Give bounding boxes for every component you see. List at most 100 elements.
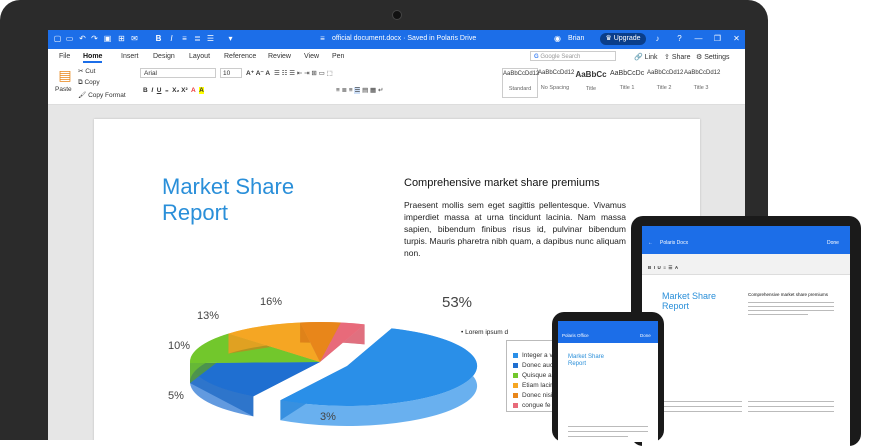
phone-title-bar: Polaris Office Done xyxy=(558,321,658,343)
more-icon[interactable]: ▾ xyxy=(226,34,235,43)
list-buttons[interactable]: ☰ ☷ ☰ ⇤ ⇥ ⊞ ▭ ⬚ xyxy=(274,69,333,77)
style-title-2[interactable]: AaBbCcDd12 Title 2 xyxy=(647,68,683,96)
tablet-device: ← Polaris Docx Done B I U ≡ ☰ A Market S… xyxy=(631,216,861,446)
text-line xyxy=(748,306,834,307)
bold-icon[interactable]: B xyxy=(154,34,163,43)
pie-label-5: 5% xyxy=(168,390,184,402)
close-icon[interactable]: ✕ xyxy=(732,34,741,43)
phone-doc-title: Market Share Report xyxy=(568,354,605,367)
new-document-icon[interactable]: ▢ xyxy=(53,34,62,43)
style-title-3[interactable]: AaBbCcDd12 Title 3 xyxy=(684,68,720,96)
copy-button[interactable]: ⧉ Copy xyxy=(78,79,100,87)
document-heading: Comprehensive market share premiums xyxy=(404,177,600,189)
legend-item: congue fe xyxy=(513,402,551,409)
tab-layout[interactable]: Layout xyxy=(189,53,210,60)
legend-item: Donec nisi xyxy=(513,392,552,399)
phone-done-button[interactable]: Done xyxy=(640,333,651,338)
text-line xyxy=(748,314,808,315)
text-line xyxy=(748,302,834,303)
redo-icon[interactable]: ↷ xyxy=(90,34,99,43)
text-line xyxy=(662,401,742,402)
text-line xyxy=(568,426,648,427)
text-line xyxy=(662,406,742,407)
cut-button[interactable]: ✂ Cut xyxy=(78,67,95,75)
justify-icon[interactable]: ☰ xyxy=(206,34,215,43)
phone-screen: Polaris Office Done Market Share Report xyxy=(558,321,658,442)
help-button[interactable]: ? xyxy=(675,34,684,43)
tab-pen[interactable]: Pen xyxy=(332,53,344,60)
document-body-text: Praesent mollis sem eget sagittis pellen… xyxy=(404,200,626,258)
tab-reference[interactable]: Reference xyxy=(224,53,256,60)
style-standard[interactable]: AaBbCcDd12 Standard xyxy=(502,68,539,98)
link-button[interactable]: 🔗 Link xyxy=(634,53,658,61)
legend-item: Donec auc xyxy=(513,362,553,369)
user-avatar-icon[interactable]: ◉ xyxy=(553,34,562,43)
alignment-buttons[interactable]: ≡ ≣ ≡ ☰ ▤ ▦ ↵ xyxy=(336,86,383,94)
tab-review[interactable]: Review xyxy=(268,53,291,60)
phone-app-name: Polaris Office xyxy=(562,333,589,338)
text-line xyxy=(662,411,742,412)
document-filename: official document.docx · Saved in Polari… xyxy=(332,35,477,42)
paste-button[interactable]: Paste xyxy=(55,86,72,93)
legend-item: Etiam lacin xyxy=(513,382,554,389)
text-line xyxy=(748,310,834,311)
settings-button[interactable]: ⚙ Settings xyxy=(696,53,730,61)
tab-view[interactable]: View xyxy=(304,53,319,60)
menu-bar: File Home Insert Design Layout Reference… xyxy=(48,49,745,64)
upgrade-button[interactable]: ♛ Upgrade xyxy=(600,33,646,45)
tab-home[interactable]: Home xyxy=(83,53,103,63)
text-format-group[interactable]: B I U ₌ X₂ X² A A xyxy=(143,86,204,94)
legend-title: • Lorem ipsum d xyxy=(461,329,509,336)
tab-insert[interactable]: Insert xyxy=(121,53,139,60)
tablet-title-bar: ← Polaris Docx Done xyxy=(642,226,850,254)
tablet-doc-name: Polaris Docx xyxy=(660,240,689,246)
italic-icon[interactable]: I xyxy=(167,34,176,43)
search-input[interactable]: G Google Search xyxy=(530,51,616,61)
pie-label-13: 13% xyxy=(197,310,220,322)
ribbon-toolbar: ▤ Paste ✂ Cut ⧉ Copy 🖌 Copy Format Arial… xyxy=(48,64,745,105)
tab-file[interactable]: File xyxy=(59,53,70,60)
google-icon: G xyxy=(534,54,539,60)
back-icon[interactable]: ← xyxy=(648,240,653,246)
email-icon[interactable]: ✉ xyxy=(130,34,139,43)
notification-bell-icon[interactable]: ♪ xyxy=(653,34,662,43)
minimize-icon[interactable]: — xyxy=(694,34,703,43)
pie-label-3: 3% xyxy=(320,411,336,423)
paste-icon[interactable]: ▤ xyxy=(54,67,76,84)
pie-label-53: 53% xyxy=(442,294,473,311)
tablet-screen: ← Polaris Docx Done B I U ≡ ☰ A Market S… xyxy=(642,226,850,446)
save-icon[interactable]: ▣ xyxy=(103,34,112,43)
undo-icon[interactable]: ↶ xyxy=(78,34,87,43)
legend-item: Quisque al xyxy=(513,372,553,379)
font-size-select[interactable]: 10 xyxy=(220,68,242,78)
align-icon[interactable]: ≡ xyxy=(180,34,189,43)
style-no-spacing[interactable]: AaBbCcDd12 No Spacing xyxy=(538,68,574,96)
style-title-1[interactable]: AaBbCcDc Title 1 xyxy=(610,68,644,96)
phone-device: Polaris Office Done Market Share Report xyxy=(552,312,664,442)
user-name[interactable]: Brian xyxy=(568,35,584,42)
tab-design[interactable]: Design xyxy=(153,53,175,60)
tablet-format-icons[interactable]: B I U ≡ ☰ A xyxy=(648,265,678,271)
text-line xyxy=(568,431,648,432)
menu-icon[interactable]: ≡ xyxy=(318,34,327,43)
pie-label-16: 16% xyxy=(260,296,283,308)
align-center-icon[interactable]: ≣ xyxy=(193,34,202,43)
legend-item: Integer a v xyxy=(513,352,553,359)
document-title: Market Share Report xyxy=(162,174,295,225)
tablet-done-button[interactable]: Done xyxy=(827,240,839,246)
style-title[interactable]: AaBbCc Title xyxy=(574,68,608,96)
text-line xyxy=(568,436,628,437)
camera xyxy=(392,10,402,20)
restore-icon[interactable]: ❐ xyxy=(713,34,722,43)
share-button[interactable]: ⇪ Share xyxy=(664,53,691,61)
grow-font-icon[interactable]: A⁺ A⁻ A xyxy=(246,69,270,77)
tablet-toolbar: B I U ≡ ☰ A xyxy=(642,254,850,275)
text-line xyxy=(748,411,834,412)
title-bar: ▢ ▭ ↶ ↷ ▣ ⊞ ✉ B I ≡ ≣ ☰ ▾ ≡ official doc… xyxy=(48,30,745,49)
tablet-doc-title: Market Share Report xyxy=(662,291,717,311)
text-line xyxy=(748,401,834,402)
open-folder-icon[interactable]: ▭ xyxy=(65,34,74,43)
copy-format-button[interactable]: 🖌 Copy Format xyxy=(78,91,126,99)
print-icon[interactable]: ⊞ xyxy=(117,34,126,43)
font-family-select[interactable]: Arial xyxy=(140,68,216,78)
